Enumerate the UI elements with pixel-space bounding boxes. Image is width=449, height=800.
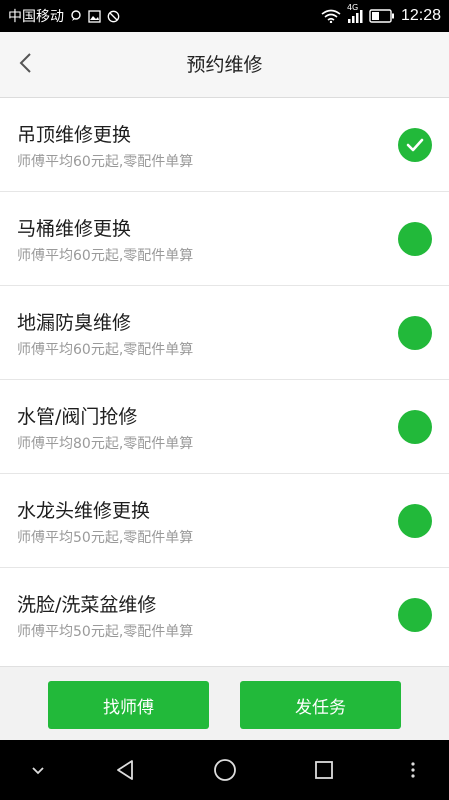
service-price-note: 师傅平均60元起,零配件单算: [17, 248, 194, 264]
service-item[interactable]: 地漏防臭维修 师傅平均60元起,零配件单算: [0, 286, 449, 380]
carrier-name: 中国移动: [8, 9, 64, 25]
find-master-button[interactable]: 找师傅: [48, 681, 209, 729]
select-circle-icon[interactable]: [398, 222, 432, 256]
service-price-note: 师傅平均60元起,零配件单算: [17, 342, 194, 358]
chevron-down-icon[interactable]: [13, 740, 63, 800]
service-title: 地漏防臭维修: [17, 312, 132, 334]
select-circle-icon[interactable]: [398, 410, 432, 444]
service-item[interactable]: 吊顶维修更换 师傅平均60元起,零配件单算: [0, 98, 449, 192]
service-item[interactable]: 洗脸/洗菜盆维修 师傅平均50元起,零配件单算: [0, 568, 449, 662]
clock: 12:28: [400, 7, 441, 24]
service-title: 吊顶维修更换: [17, 124, 132, 146]
select-circle-icon[interactable]: [398, 316, 432, 350]
service-item[interactable]: 水龙头维修更换 师傅平均50元起,零配件单算: [0, 474, 449, 568]
post-task-button[interactable]: 发任务: [240, 681, 401, 729]
page-title: 预约维修: [186, 54, 263, 76]
select-circle-icon[interactable]: [398, 598, 432, 632]
service-title: 水龙头维修更换: [17, 500, 151, 522]
service-title: 马桶维修更换: [17, 218, 132, 240]
system-nav-bar: [0, 740, 449, 800]
service-item[interactable]: 水管/阀门抢修 师傅平均80元起,零配件单算: [0, 380, 449, 474]
service-item[interactable]: 马桶维修更换 师傅平均60元起,零配件单算: [0, 192, 449, 286]
blocked-icon: [107, 10, 120, 23]
service-price-note: 师傅平均50元起,零配件单算: [17, 624, 194, 640]
more-dots-icon[interactable]: [388, 740, 438, 800]
wifi-icon: [321, 9, 341, 23]
check-icon[interactable]: [398, 128, 432, 162]
status-bar: 中国移动 4G 12:28: [0, 0, 449, 32]
service-list: 吊顶维修更换 师傅平均60元起,零配件单算 马桶维修更换 师傅平均60元起,零配…: [0, 98, 449, 666]
network-type: 4G: [346, 3, 359, 12]
back-triangle-icon[interactable]: [100, 740, 150, 800]
battery-icon: [369, 9, 395, 23]
app-header: 预约维修: [0, 32, 449, 98]
home-circle-icon[interactable]: [200, 740, 250, 800]
recents-square-icon[interactable]: [299, 740, 349, 800]
action-bar: 找师傅 发任务: [0, 666, 449, 740]
image-icon: [88, 9, 101, 23]
service-title: 水管/阀门抢修: [17, 406, 138, 428]
message-icon: [70, 10, 82, 22]
service-price-note: 师傅平均60元起,零配件单算: [17, 154, 194, 170]
service-price-note: 师傅平均50元起,零配件单算: [17, 530, 194, 546]
service-price-note: 师傅平均80元起,零配件单算: [17, 436, 194, 452]
select-circle-icon[interactable]: [398, 504, 432, 538]
service-title: 洗脸/洗菜盆维修: [17, 594, 157, 616]
signal-icon: 4G: [347, 3, 363, 23]
